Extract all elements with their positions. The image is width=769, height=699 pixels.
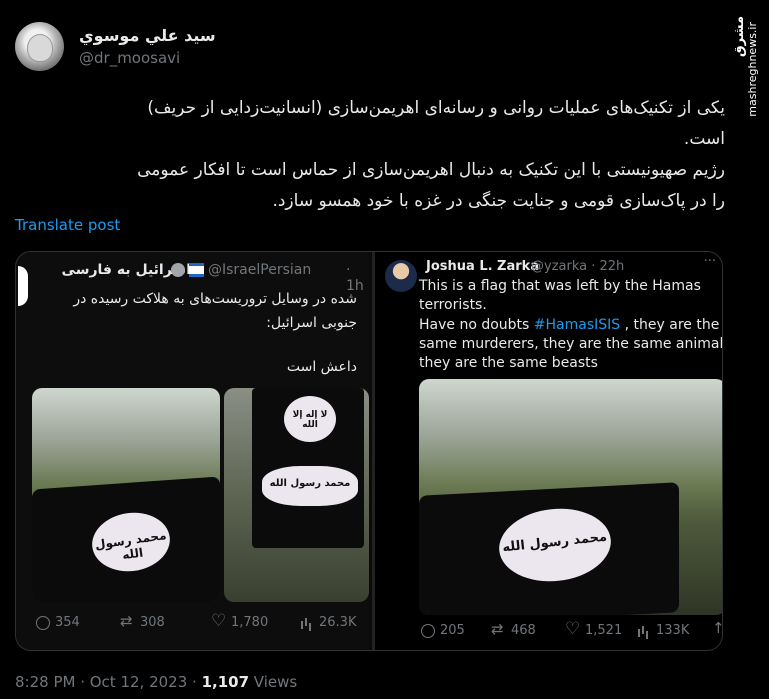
media-screenshot[interactable]: اسرائیل به فارسی @IsraelPersian · 1h شده… (15, 251, 723, 651)
post-text-line-3: رژیم صهیونیستی با این تکنیک به دنبال اهر… (137, 160, 725, 180)
reply-icon (36, 615, 50, 630)
photo-flag-held: لا إله إلا الله محمد رسول الله (224, 388, 369, 602)
translate-post-link[interactable]: Translate post (15, 216, 120, 234)
right-share (710, 619, 722, 637)
right-views: 133K (637, 623, 689, 638)
photo-flag-on-ground-right: محمد رسول الله (419, 379, 722, 615)
heart-icon (211, 611, 226, 631)
embedded-right-text-1: This is a flag that was left by the Hama… (419, 278, 701, 294)
left-likes-count: 1,780 (231, 615, 269, 630)
repost-icon (491, 620, 506, 638)
right-reposts-count: 468 (511, 623, 536, 638)
right-likes: 1,521 (565, 619, 623, 639)
right-replies: 205 (421, 623, 465, 638)
author-handle[interactable]: @dr_moosavi (79, 49, 180, 67)
hashtag-link: #HamasISIS (533, 317, 621, 333)
watermark: مشرق mashreghnews.ir (721, 8, 761, 128)
timestamp-text: 8:28 PM · Oct 12, 2023 · (15, 673, 202, 691)
embedded-post-right: Joshua L. Zarka @yzarka · 22h ··· This i… (372, 252, 723, 650)
embedded-right-text-2: terrorists. (419, 297, 487, 313)
embedded-right-text-4: same murderers, they are the same animal… (419, 336, 723, 352)
flag-top-text: لا إله إلا الله (292, 410, 328, 430)
left-views-count: 26.3K (319, 615, 357, 630)
embedded-post-left: اسرائیل به فارسی @IsraelPersian · 1h شده… (16, 252, 369, 650)
embedded-left-handle: @IsraelPersian (208, 262, 312, 278)
watermark-logo: مشرق (732, 16, 747, 57)
views-label: Views (249, 673, 298, 691)
embedded-right-text-3b: , they are the (620, 317, 720, 333)
heart-icon (565, 619, 580, 639)
more-options-icon: ··· (703, 254, 716, 269)
embedded-right-handle: @yzarka · 22h (531, 259, 625, 274)
post-text-line-4: را در پاک‌سازی قومی و جنایت جنگی در غزه … (272, 191, 725, 211)
repost-icon (120, 612, 135, 630)
right-replies-count: 205 (440, 623, 465, 638)
left-replies: 354 (36, 615, 80, 630)
watermark-url: mashreghnews.ir (746, 22, 759, 117)
embedded-right-text-5: they are the same beasts (419, 355, 598, 371)
reply-icon (421, 623, 435, 638)
views-icon (637, 624, 651, 638)
right-reposts: 468 (491, 620, 536, 639)
left-reposts-count: 308 (140, 615, 165, 630)
views-count: 1,107 (201, 673, 250, 691)
photo-flag-on-ground: محمد رسول الله (32, 388, 220, 602)
flag-seal-text-right: محمد رسول الله (501, 529, 608, 556)
right-likes-count: 1,521 (585, 623, 623, 638)
left-replies-count: 354 (55, 615, 80, 630)
embedded-left-text-2: جنوبی اسرائیل: (266, 315, 357, 331)
author-avatar[interactable] (15, 22, 64, 71)
left-views: 26.3K (300, 615, 356, 630)
right-views-count: 133K (656, 623, 690, 638)
flag-bottom-text: محمد رسول الله (269, 478, 351, 489)
israel-flag-icon (189, 263, 204, 277)
post-text-line-1: یکی از تکنیک‌های عملیات روانی و رسانه‌ای… (147, 98, 725, 118)
author-display-name[interactable]: سيد علي موسوي (79, 26, 216, 45)
views-icon (300, 616, 314, 630)
left-reposts: 308 (120, 612, 165, 631)
post-text-line-2: است. (683, 129, 725, 149)
embedded-left-text-1: شده در وسایل تروریست‌های به هلاکت رسیده … (73, 291, 357, 307)
embedded-right-avatar (385, 260, 417, 292)
embedded-right-name: Joshua L. Zarka (426, 259, 540, 274)
embedded-right-text-3: Have no doubts #HamasISIS , they are the (419, 316, 719, 335)
share-icon (710, 619, 722, 637)
left-likes: 1,780 (211, 611, 269, 631)
embedded-right-text-3a: Have no doubts (419, 317, 534, 333)
embedded-left-text-3: داعش است (286, 359, 357, 375)
post-timestamp[interactable]: 8:28 PM · Oct 12, 2023 · 1,107 Views (15, 673, 297, 691)
verified-badge-icon (171, 263, 185, 277)
